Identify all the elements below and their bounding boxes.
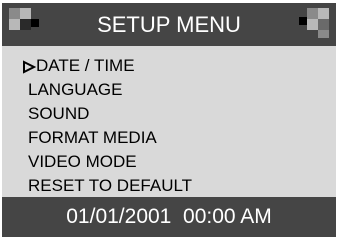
menu-item-label: SOUND bbox=[28, 104, 90, 123]
menu-item-label: VIDEO MODE bbox=[28, 152, 137, 171]
settings-menu: DATE / TIME LANGUAGE SOUND FORMAT MEDIA … bbox=[2, 46, 336, 198]
menu-item-label: RESET TO DEFAULT bbox=[28, 176, 193, 195]
date-time-readout: 01/01/2001 00:00 AM bbox=[66, 205, 272, 228]
menu-item-language[interactable]: LANGUAGE bbox=[28, 78, 122, 102]
menu-item-label: FORMAT MEDIA bbox=[28, 128, 157, 147]
checker-pattern-icon bbox=[299, 8, 329, 38]
menu-item-sound[interactable]: SOUND bbox=[28, 102, 89, 126]
menu-item-label: DATE / TIME bbox=[36, 56, 135, 75]
setup-menu-screen: SETUP MENU DATE / TIME LANGUAGE SOUND FO… bbox=[2, 3, 336, 237]
header-bar: SETUP MENU bbox=[2, 3, 336, 46]
menu-item-video-mode[interactable]: VIDEO MODE bbox=[28, 150, 137, 174]
page-title: SETUP MENU bbox=[97, 12, 241, 37]
menu-item-reset-to-default[interactable]: RESET TO DEFAULT bbox=[28, 174, 192, 198]
triangle-right-outline-icon bbox=[23, 59, 36, 74]
status-bar: 01/01/2001 00:00 AM bbox=[2, 197, 336, 237]
menu-item-format-media[interactable]: FORMAT MEDIA bbox=[28, 126, 157, 150]
menu-item-label: LANGUAGE bbox=[28, 80, 123, 99]
menu-item-date-time[interactable]: DATE / TIME bbox=[22, 54, 135, 78]
